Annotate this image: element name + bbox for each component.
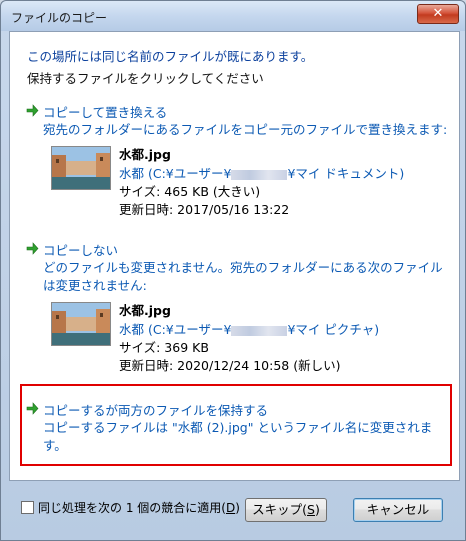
conflict-message: この場所には同じ名前のファイルが既にあります。 — [27, 49, 314, 64]
file-path: 水都 (C:¥ユーザー¥ ¥マイ ピクチャ) — [119, 322, 380, 337]
file-path: 水都 (C:¥ユーザー¥ ¥マイ ドキュメント) — [119, 166, 405, 181]
dialog-footer: 同じ処理を次の 1 個の競合に適用(D) スキップ(S) キャンセル — [9, 485, 458, 531]
green-arrow-icon — [26, 402, 39, 415]
close-button[interactable]: ✕ — [417, 4, 459, 24]
option-keep-both[interactable]: コピーするが両方のファイルを保持する コピーするファイルは "水都 (2).jp… — [26, 400, 446, 456]
skip-button[interactable]: スキップ(S) — [245, 498, 327, 522]
file-size: サイズ: 369 KB — [119, 340, 209, 355]
file-thumbnail — [51, 302, 111, 346]
file-modified-date: 更新日時: 2020/12/24 10:58 (新しい) — [119, 358, 341, 373]
option-keep-both-title: コピーするが両方のファイルを保持する — [43, 403, 269, 418]
option-keep-both-desc: コピーするファイルは "水都 (2).jpg" というファイル名に変更されます。 — [43, 420, 433, 453]
green-arrow-icon — [26, 242, 39, 255]
apply-to-all-checkbox[interactable] — [21, 501, 34, 514]
cancel-button[interactable]: キャンセル — [353, 498, 443, 522]
title-bar[interactable]: ファイルのコピー ✕ — [1, 1, 465, 31]
dialog-content: この場所には同じ名前のファイルが既にあります。 保持するファイルをクリックしてく… — [9, 31, 460, 481]
instruction-text: 保持するファイルをクリックしてください — [27, 71, 264, 86]
file-name: 水都.jpg — [119, 147, 171, 162]
file-name: 水都.jpg — [119, 303, 171, 318]
option-replace-desc: 宛先のフォルダーにあるファイルをコピー元のファイルで置き換えます: — [43, 122, 448, 137]
file-modified-date: 更新日時: 2017/05/16 13:22 — [119, 202, 290, 217]
copy-file-dialog: ファイルのコピー ✕ この場所には同じ名前のファイルが既にあります。 保持するフ… — [0, 0, 466, 541]
source-file-info: 水都.jpg 水都 (C:¥ユーザー¥ ¥マイ ドキュメント) サイズ: 465 … — [51, 144, 431, 217]
destination-file-info: 水都.jpg 水都 (C:¥ユーザー¥ ¥マイ ピクチャ) サイズ: 369 KB… — [51, 300, 431, 373]
file-size: サイズ: 465 KB (大きい) — [119, 184, 261, 199]
window-title: ファイルのコピー — [11, 11, 108, 25]
option-replace[interactable]: コピーして置き換える 宛先のフォルダーにあるファイルをコピー元のファイルで置き換… — [26, 102, 448, 222]
option-skip-desc: どのファイルも変更されません。宛先のフォルダーにある次のファイルは変更されません… — [43, 260, 443, 293]
option-skip-title: コピーしない — [43, 243, 119, 258]
apply-to-all-label[interactable]: 同じ処理を次の 1 個の競合に適用(D) — [38, 499, 240, 516]
option-skip[interactable]: コピーしない どのファイルも変更されません。宛先のフォルダーにある次のファイルは… — [26, 240, 446, 380]
file-thumbnail — [51, 146, 111, 190]
option-replace-title: コピーして置き換える — [43, 105, 168, 120]
green-arrow-icon — [26, 104, 39, 117]
